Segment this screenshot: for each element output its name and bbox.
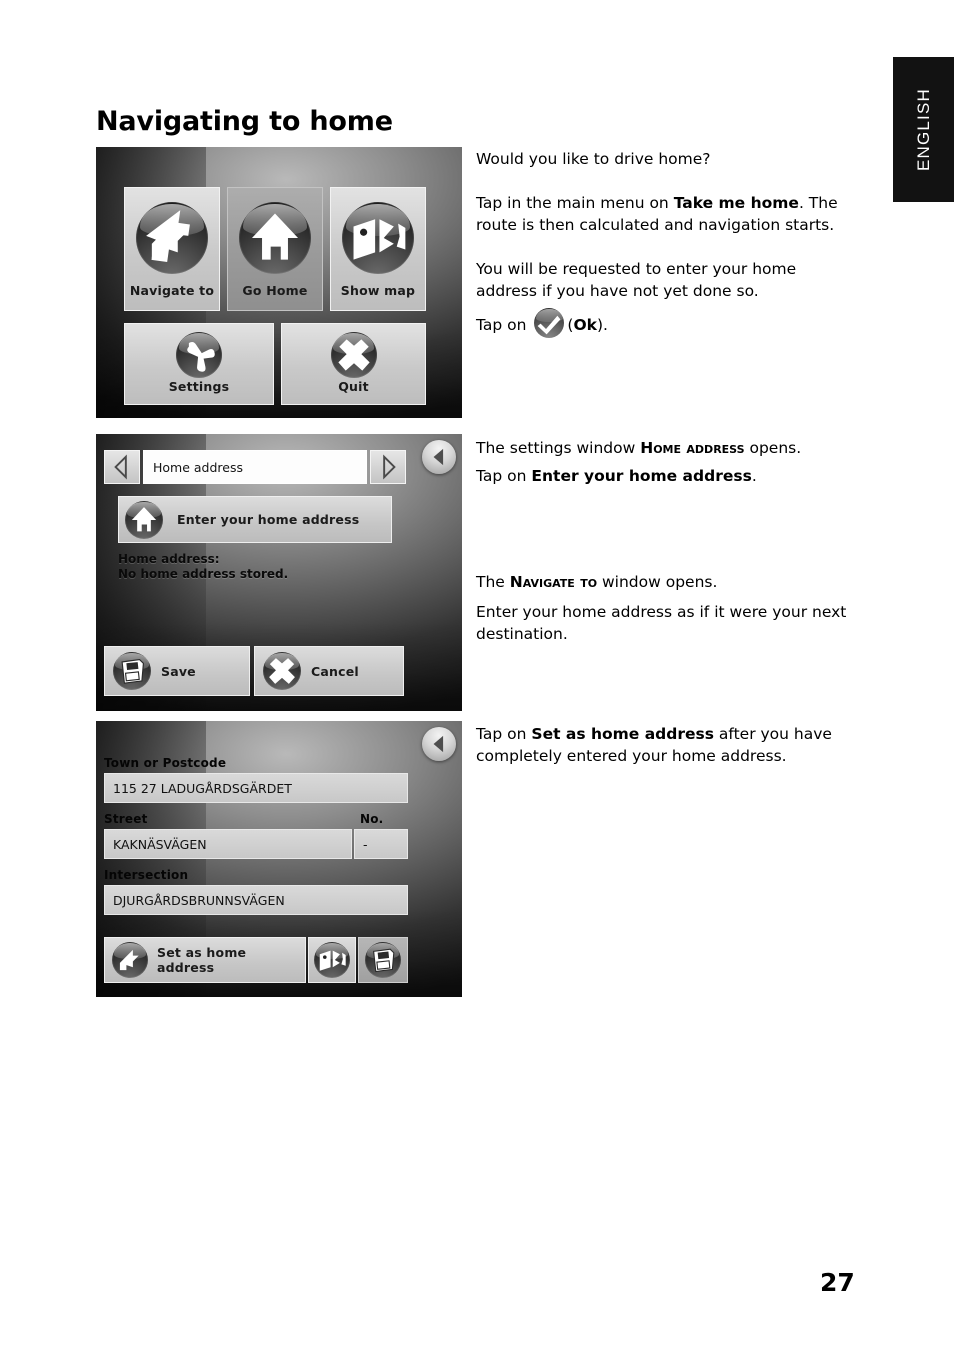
para-smallcaps: Home address: [640, 439, 745, 457]
menu-tile-label: Quit: [338, 379, 369, 394]
para-bold: Take me home: [673, 194, 799, 212]
setting-title-field[interactable]: Home address: [143, 450, 367, 484]
language-tab: ENGLISH: [893, 57, 954, 202]
paragraph: Tap on (Ok).: [476, 308, 848, 338]
set-as-home-address-button[interactable]: Set as home address: [104, 937, 306, 983]
floppy-disk-icon: [113, 652, 151, 690]
next-setting-button[interactable]: [370, 450, 406, 484]
enter-home-address-button[interactable]: Enter your home address: [118, 496, 392, 543]
paragraph: Enter your home address as if it were yo…: [476, 601, 848, 645]
triangle-left-icon: [114, 454, 127, 480]
ok-checkmark-icon: [534, 308, 565, 338]
back-arrow-icon[interactable]: [422, 727, 456, 761]
triangle-right-icon: [383, 454, 396, 480]
para-text: Would you like to drive home?: [476, 150, 711, 168]
set-as-home-address-label: Set as home address: [157, 945, 247, 975]
para-bold: Ok: [573, 316, 597, 334]
home-address-status-line1: Home address:: [118, 552, 220, 566]
home-address-status: Home address: No home address stored.: [118, 552, 288, 582]
para-bold: Set as home address: [531, 725, 714, 743]
para-text: The: [476, 573, 510, 591]
home-address-status-line2: No home address stored.: [118, 567, 289, 581]
intersection-label: Intersection: [104, 868, 189, 882]
house-icon: [125, 500, 163, 539]
save-button-label: Save: [161, 663, 196, 679]
map-icon: [314, 942, 350, 978]
language-tab-label: ENGLISH: [914, 87, 933, 172]
save-button[interactable]: Save: [104, 646, 250, 696]
para-text: Tap on: [476, 725, 532, 743]
instruction-block-4: Tap on Set as home address after you hav…: [476, 723, 848, 767]
street-field[interactable]: KAKNÄSVÄGEN: [104, 829, 352, 859]
prev-setting-button[interactable]: [104, 450, 140, 484]
cancel-button-label: Cancel: [311, 663, 359, 679]
map-icon: [342, 202, 414, 274]
menu-tile-label: Show map: [340, 283, 416, 298]
para-text: Enter your home address as if it were yo…: [476, 603, 847, 643]
paragraph: The Navigate to window opens.: [476, 571, 848, 593]
house-number-field[interactable]: -: [354, 829, 408, 859]
cross-icon: [330, 332, 377, 378]
paragraph: Tap on Enter your home address.: [476, 465, 848, 487]
menu-tile-go-home[interactable]: Go Home: [227, 187, 323, 311]
house-icon: [239, 202, 311, 274]
floppy-disk-icon: [365, 942, 401, 978]
para-text: You will be requested to enter your home…: [476, 260, 797, 300]
paragraph: The settings window Home address opens.: [476, 437, 848, 459]
menu-tile-label: Settings: [168, 379, 230, 394]
para-text: window opens.: [597, 573, 718, 591]
show-on-map-button[interactable]: [308, 937, 356, 983]
page-number: 27: [820, 1268, 855, 1297]
arrow-up-right-icon: [112, 942, 148, 978]
back-arrow-icon[interactable]: [422, 440, 456, 474]
paragraph: Tap on Set as home address after you hav…: [476, 723, 848, 767]
page-title: Navigating to home: [96, 106, 393, 137]
house-number-label: No.: [360, 812, 384, 826]
para-text: Tap on: [476, 316, 532, 334]
paragraph: You will be requested to enter your home…: [476, 258, 848, 302]
para-bold: Enter your home address: [531, 467, 752, 485]
cancel-button[interactable]: Cancel: [254, 646, 404, 696]
para-smallcaps: Navigate to: [509, 573, 598, 591]
para-text: ).: [596, 316, 608, 334]
para-text: Tap in the main menu on: [476, 194, 674, 212]
screenshot-main-menu: Navigate to Go Home Show map Settings Qu…: [96, 147, 462, 418]
screenshot-navigate-to: Town or Postcode 115 27 LADUGÅRDSGÄRDET …: [96, 721, 462, 997]
paragraph: Tap in the main menu on Take me home. Th…: [476, 192, 848, 236]
menu-tile-label: Navigate to: [129, 283, 215, 298]
paragraph: Would you like to drive home?: [476, 148, 848, 170]
cross-icon: [263, 652, 301, 690]
menu-tile-label: Go Home: [242, 283, 308, 298]
street-label: Street: [104, 812, 148, 826]
screenshot-home-address: Home address Enter your home address Hom…: [96, 434, 462, 711]
menu-tile-navigate-to[interactable]: Navigate to: [124, 187, 220, 311]
save-destination-button[interactable]: [358, 937, 408, 983]
para-text: The settings window: [476, 439, 641, 457]
menu-tile-show-map[interactable]: Show map: [330, 187, 426, 311]
para-text: Tap on: [476, 467, 532, 485]
menu-tile-settings[interactable]: Settings: [124, 323, 274, 405]
para-text: .: [751, 467, 757, 485]
instruction-block-3: The Navigate to window opens. Enter your…: [476, 571, 848, 645]
instruction-block-1: Would you like to drive home? Tap in the…: [476, 148, 848, 338]
town-or-postcode-label: Town or Postcode: [104, 756, 227, 770]
wrench-icon: [176, 332, 222, 378]
para-text: opens.: [744, 439, 802, 457]
instruction-block-2: The settings window Home address opens. …: [476, 437, 848, 487]
intersection-field[interactable]: DJURGÅRDSBRUNNSVÄGEN: [104, 885, 408, 915]
enter-home-address-label: Enter your home address: [177, 512, 360, 527]
menu-tile-quit[interactable]: Quit: [281, 323, 426, 405]
town-or-postcode-field[interactable]: 115 27 LADUGÅRDSGÄRDET: [104, 773, 408, 803]
arrow-up-right-icon: [136, 202, 208, 274]
